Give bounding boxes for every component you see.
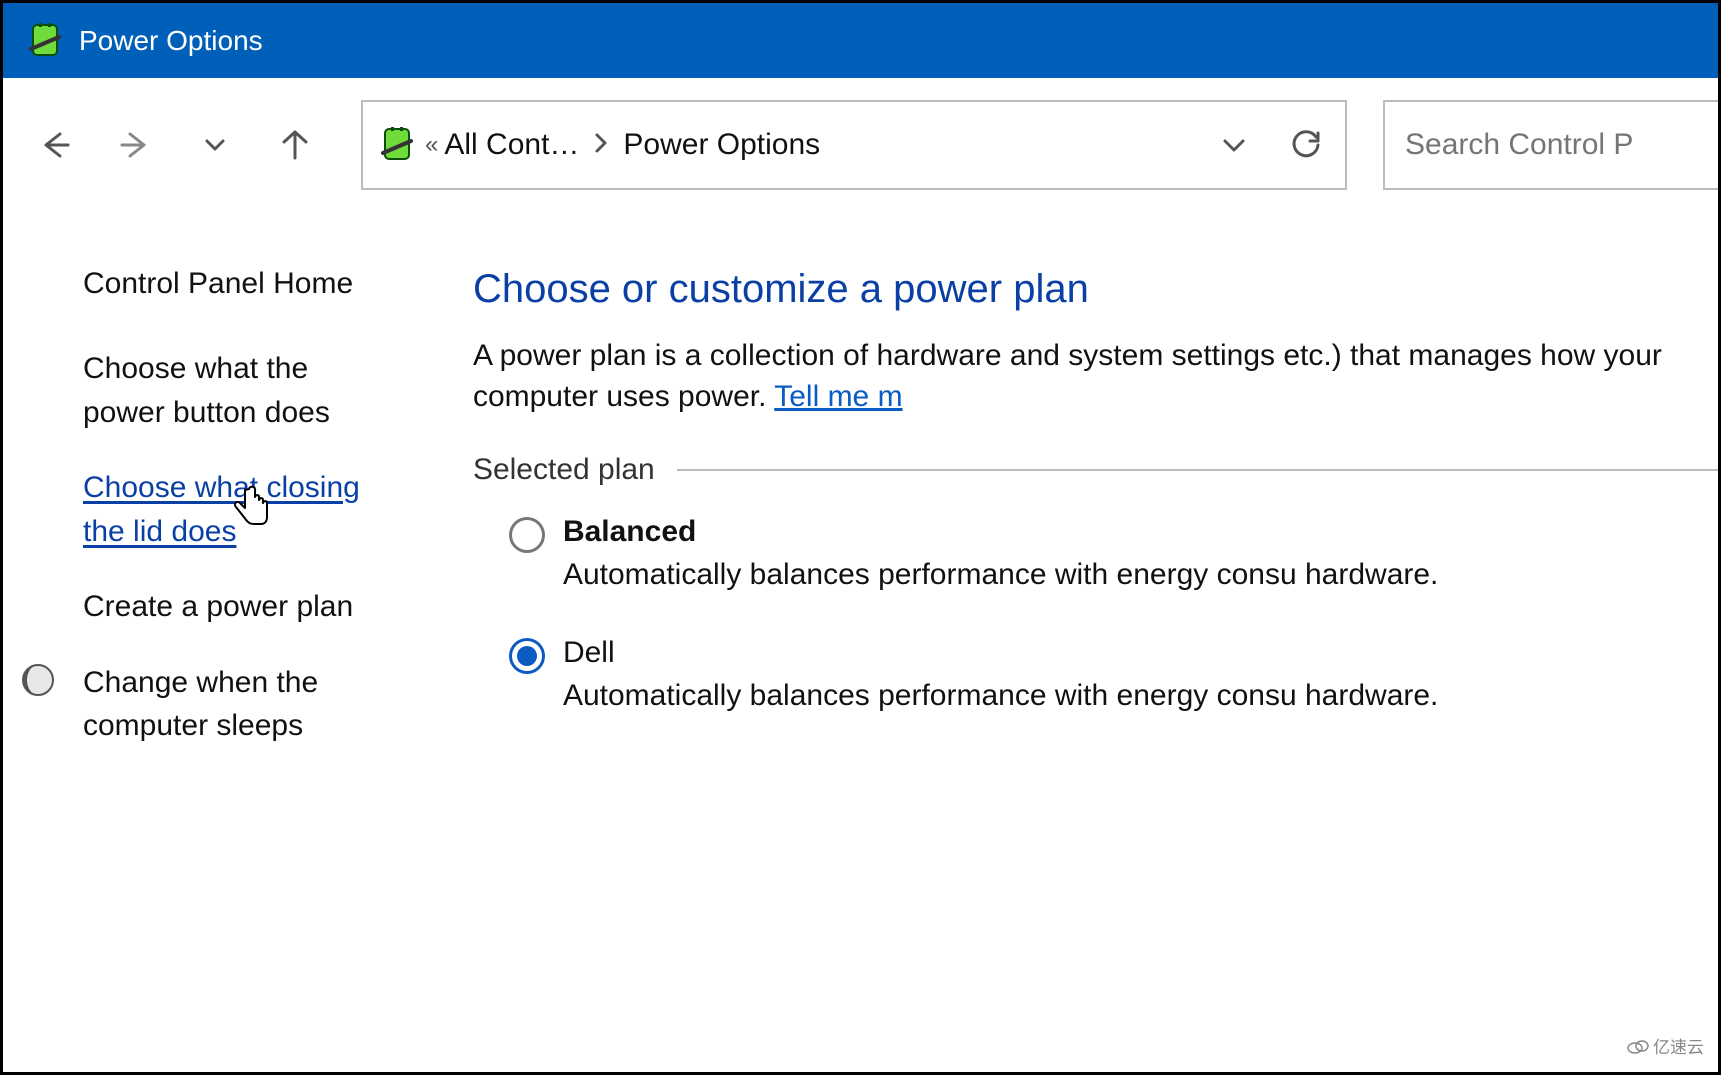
tell-me-more-link[interactable]: Tell me m — [774, 380, 902, 413]
sidebar-link-computer-sleeps[interactable]: Change when the computer sleeps — [83, 661, 393, 748]
watermark: 亿速云 — [1627, 1033, 1704, 1058]
sidebar-link-create-plan[interactable]: Create a power plan — [83, 585, 393, 629]
page-heading: Choose or customize a power plan — [473, 267, 1718, 312]
radio-selected-icon[interactable] — [509, 638, 545, 674]
watermark-text: 亿速云 — [1653, 1033, 1704, 1058]
section-header: Selected plan — [473, 453, 1718, 487]
search-bar[interactable] — [1383, 100, 1718, 190]
toolbar: « All Cont… Power Options — [3, 78, 1718, 212]
breadcrumb-parent[interactable]: All Cont… — [444, 128, 579, 162]
main: Choose or customize a power plan A power… — [443, 267, 1718, 780]
plan-description: Automatically balances performance with … — [563, 676, 1718, 717]
titlebar: Power Options — [3, 3, 1718, 78]
nav-buttons — [37, 127, 313, 163]
window-title: Power Options — [79, 25, 263, 57]
plan-balanced[interactable]: Balanced Automatically balances performa… — [473, 515, 1718, 596]
section-divider — [677, 469, 1718, 471]
plan-description: Automatically balances performance with … — [563, 555, 1718, 596]
control-panel-home-link[interactable]: Control Panel Home — [83, 267, 393, 301]
plan-name: Balanced — [563, 515, 1718, 549]
address-history-button[interactable] — [1215, 132, 1253, 158]
power-options-icon — [379, 127, 415, 163]
breadcrumb-current[interactable]: Power Options — [623, 128, 820, 162]
plan-dell[interactable]: Dell Automatically balances performance … — [473, 636, 1718, 717]
sidebar-item-label: Change when the computer sleeps — [83, 666, 318, 743]
chevron-right-icon[interactable] — [593, 131, 609, 160]
section-label: Selected plan — [473, 453, 655, 487]
description-text: A power plan is a collection of hardware… — [473, 339, 1662, 413]
power-options-icon — [27, 23, 63, 59]
recent-locations-button[interactable] — [197, 127, 233, 163]
plan-name: Dell — [563, 636, 1718, 670]
up-button[interactable] — [277, 127, 313, 163]
moon-icon — [21, 663, 55, 710]
forward-button[interactable] — [117, 127, 153, 163]
window: Power Options — [0, 0, 1721, 1075]
radio-unselected-icon[interactable] — [509, 517, 545, 553]
refresh-button[interactable] — [1287, 129, 1325, 161]
breadcrumb-overflow-icon[interactable]: « — [425, 131, 438, 159]
search-input[interactable] — [1403, 127, 1700, 163]
address-bar[interactable]: « All Cont… Power Options — [361, 100, 1347, 190]
page-description: A power plan is a collection of hardware… — [473, 336, 1718, 417]
hand-cursor-icon — [231, 482, 273, 537]
sidebar: Control Panel Home Choose what the power… — [3, 267, 443, 780]
sidebar-link-power-button[interactable]: Choose what the power button does — [83, 347, 393, 434]
back-button[interactable] — [37, 127, 73, 163]
